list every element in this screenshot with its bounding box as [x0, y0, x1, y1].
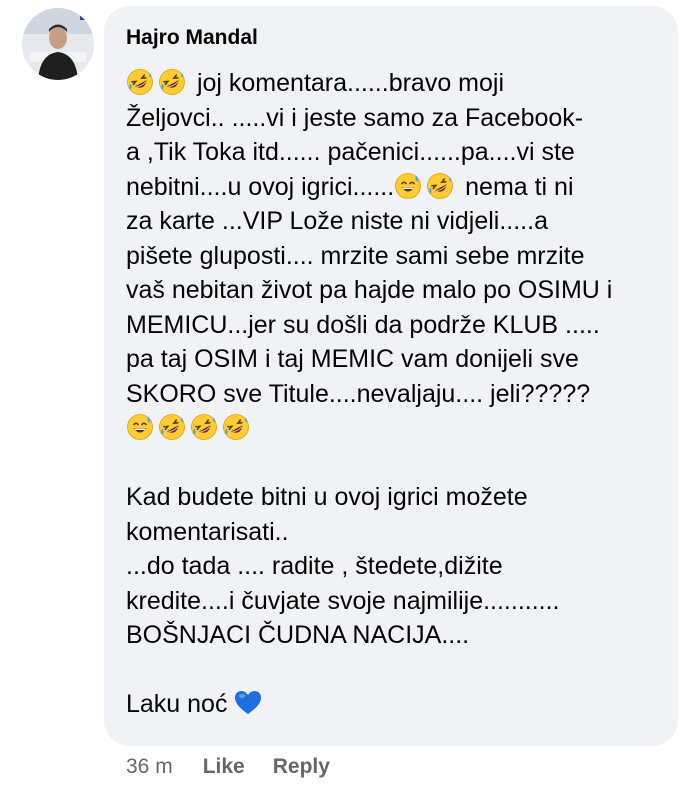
comment-line: za karte ...VIP Lože niste ni vidjeli...… [126, 204, 658, 239]
comment-author[interactable]: Hajro Mandal [126, 24, 658, 52]
comment-bubble: Hajro Mandal joj komentara......bravo mo… [104, 6, 678, 746]
comment-line-text: vaš nebitan život pa hajde malo po OSIMU… [126, 276, 613, 304]
user-avatar-photo [22, 8, 94, 80]
comment-line: kredite....i čuvjate svoje najmilije....… [126, 584, 658, 619]
comment-line-text: nema ti ni [458, 172, 574, 201]
comment-line-text: ...do tada .... radite , štedete,dižite [126, 552, 503, 580]
comment-line: Laku noć [126, 687, 658, 722]
comment-line-text: Željovci.. .....vi i jeste samo za Faceb… [126, 103, 584, 132]
rofl-emoji [127, 69, 153, 95]
comment-text: joj komentara......bravo moji Željovci.. … [126, 66, 658, 722]
reply-button[interactable]: Reply [273, 752, 330, 782]
comment: Hajro Mandal joj komentara......bravo mo… [0, 0, 699, 800]
comment-line: joj komentara......bravo moji [126, 66, 658, 101]
comment-line-text: pa taj OSIM i taj MEMIC vam donijeli sve [126, 345, 579, 373]
comment-line-text: komentarisati.. [126, 517, 289, 546]
comment-line [126, 446, 658, 481]
comment-line [126, 653, 658, 688]
comment-line: a ,Tik Toka itd...... pačenici......pa..… [126, 135, 658, 170]
comment-actions: 36 m Like Reply [126, 752, 358, 782]
comment-line-text: za karte ...VIP Lože niste ni vidjeli...… [126, 207, 548, 235]
comment-timestamp[interactable]: 36 m [126, 752, 173, 782]
avatar[interactable] [22, 8, 94, 80]
comment-line: MEMICU...jer su došli da podrže KLUB ...… [126, 308, 658, 343]
comment-line-text: Laku noć [126, 690, 235, 718]
comment-line-text: kredite....i čuvjate svoje najmilije....… [126, 586, 560, 615]
comment-line: Kad budete bitni u ovoj igrici možete [126, 480, 658, 515]
comment-line-text: joj komentara......bravo moji [190, 69, 505, 97]
comment-line: nebitni....u ovoj igrici...... nema ti n… [126, 170, 658, 205]
comment-line: Željovci.. .....vi i jeste samo za Faceb… [126, 101, 658, 136]
comment-line: ...do tada .... radite , štedete,dižite [126, 549, 658, 584]
comment-line: SKORO sve Titule....nevaljaju.... jeli??… [126, 377, 658, 412]
like-button[interactable]: Like [203, 752, 245, 782]
comment-line-text: pišete gluposti.... mrzite sami sebe mrz… [126, 241, 585, 270]
comment-line: vaš nebitan život pa hajde malo po OSIMU… [126, 273, 658, 308]
blue-heart-emoji [235, 691, 262, 714]
comment-line: pišete gluposti.... mrzite sami sebe mrz… [126, 239, 658, 274]
comment-line: komentarisati.. [126, 515, 658, 550]
rofl-emoji [427, 172, 454, 199]
comment-line-text: SKORO sve Titule....nevaljaju.... jeli??… [126, 379, 591, 408]
rofl-emoji [159, 414, 185, 440]
comment-line-text: a ,Tik Toka itd...... pačenici......pa..… [126, 138, 575, 166]
sweat-smile-emoji [127, 414, 153, 440]
comment-line-text: BOŠNJACI ČUDNA NACIJA.... [126, 621, 470, 649]
rofl-emoji [159, 69, 185, 95]
sweat-smile-emoji [395, 172, 422, 199]
comment-line-text: nebitni....u ovoj igrici...... [126, 172, 395, 201]
rofl-emoji [191, 414, 217, 440]
comment-line-text: Kad budete bitni u ovoj igrici možete [126, 483, 528, 511]
comment-line [126, 411, 658, 446]
comment-line: pa taj OSIM i taj MEMIC vam donijeli sve [126, 342, 658, 377]
comment-line: BOŠNJACI ČUDNA NACIJA.... [126, 618, 658, 653]
comment-line-text: MEMICU...jer su došli da podrže KLUB ...… [126, 310, 600, 339]
rofl-emoji [223, 414, 249, 440]
